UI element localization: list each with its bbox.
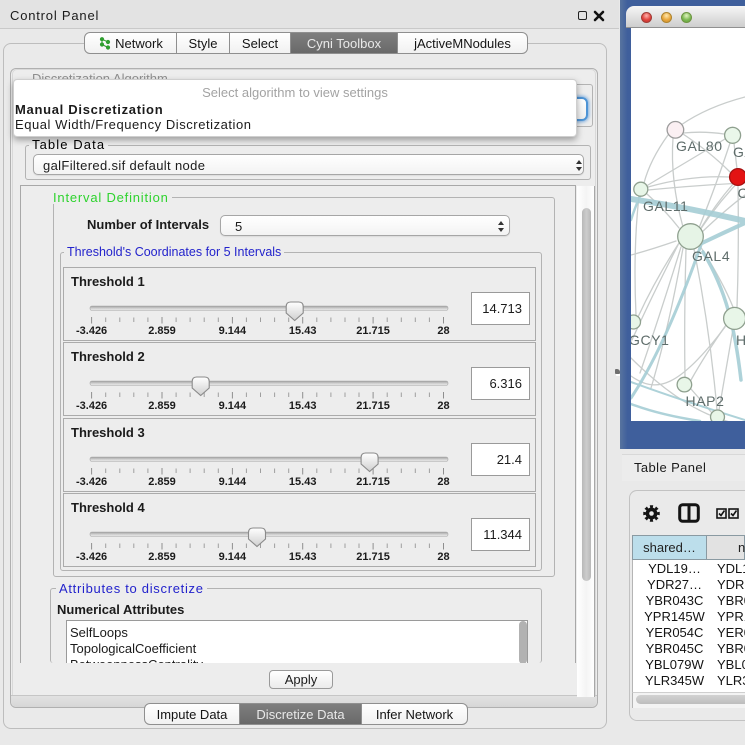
svg-text:21.715: 21.715: [356, 325, 390, 337]
svg-text:2.859: 2.859: [148, 551, 176, 563]
svg-text:2.859: 2.859: [148, 325, 176, 337]
svg-text:-3.426: -3.426: [76, 551, 107, 563]
svg-text:9.144: 9.144: [219, 400, 247, 412]
svg-text:GAL4: GAL4: [692, 248, 730, 264]
svg-text:GA: GA: [733, 144, 745, 160]
svg-text:GAL11: GAL11: [643, 198, 689, 214]
svg-text:C: C: [738, 185, 745, 201]
svg-text:21.715: 21.715: [356, 476, 390, 488]
svg-text:9.144: 9.144: [219, 325, 247, 337]
svg-text:21.715: 21.715: [356, 400, 390, 412]
svg-text:2.859: 2.859: [148, 400, 176, 412]
svg-text:15.43: 15.43: [289, 551, 317, 563]
svg-text:HI: HI: [736, 332, 745, 348]
svg-text:-3.426: -3.426: [76, 325, 107, 337]
svg-text:2.859: 2.859: [148, 476, 176, 488]
svg-text:15.43: 15.43: [289, 325, 317, 337]
svg-text:28: 28: [437, 551, 449, 563]
svg-text:28: 28: [437, 325, 449, 337]
svg-text:HAP2: HAP2: [686, 393, 725, 409]
svg-text:28: 28: [437, 476, 449, 488]
svg-text:GAL80: GAL80: [676, 138, 723, 154]
svg-text:-3.426: -3.426: [76, 400, 107, 412]
svg-text:15.43: 15.43: [289, 476, 317, 488]
svg-text:28: 28: [437, 400, 449, 412]
svg-text:-3.426: -3.426: [76, 476, 107, 488]
svg-text:9.144: 9.144: [219, 476, 247, 488]
svg-text:GCY1: GCY1: [631, 332, 670, 348]
svg-text:15.43: 15.43: [289, 400, 317, 412]
svg-text:21.715: 21.715: [356, 551, 390, 563]
svg-text:9.144: 9.144: [219, 551, 247, 563]
